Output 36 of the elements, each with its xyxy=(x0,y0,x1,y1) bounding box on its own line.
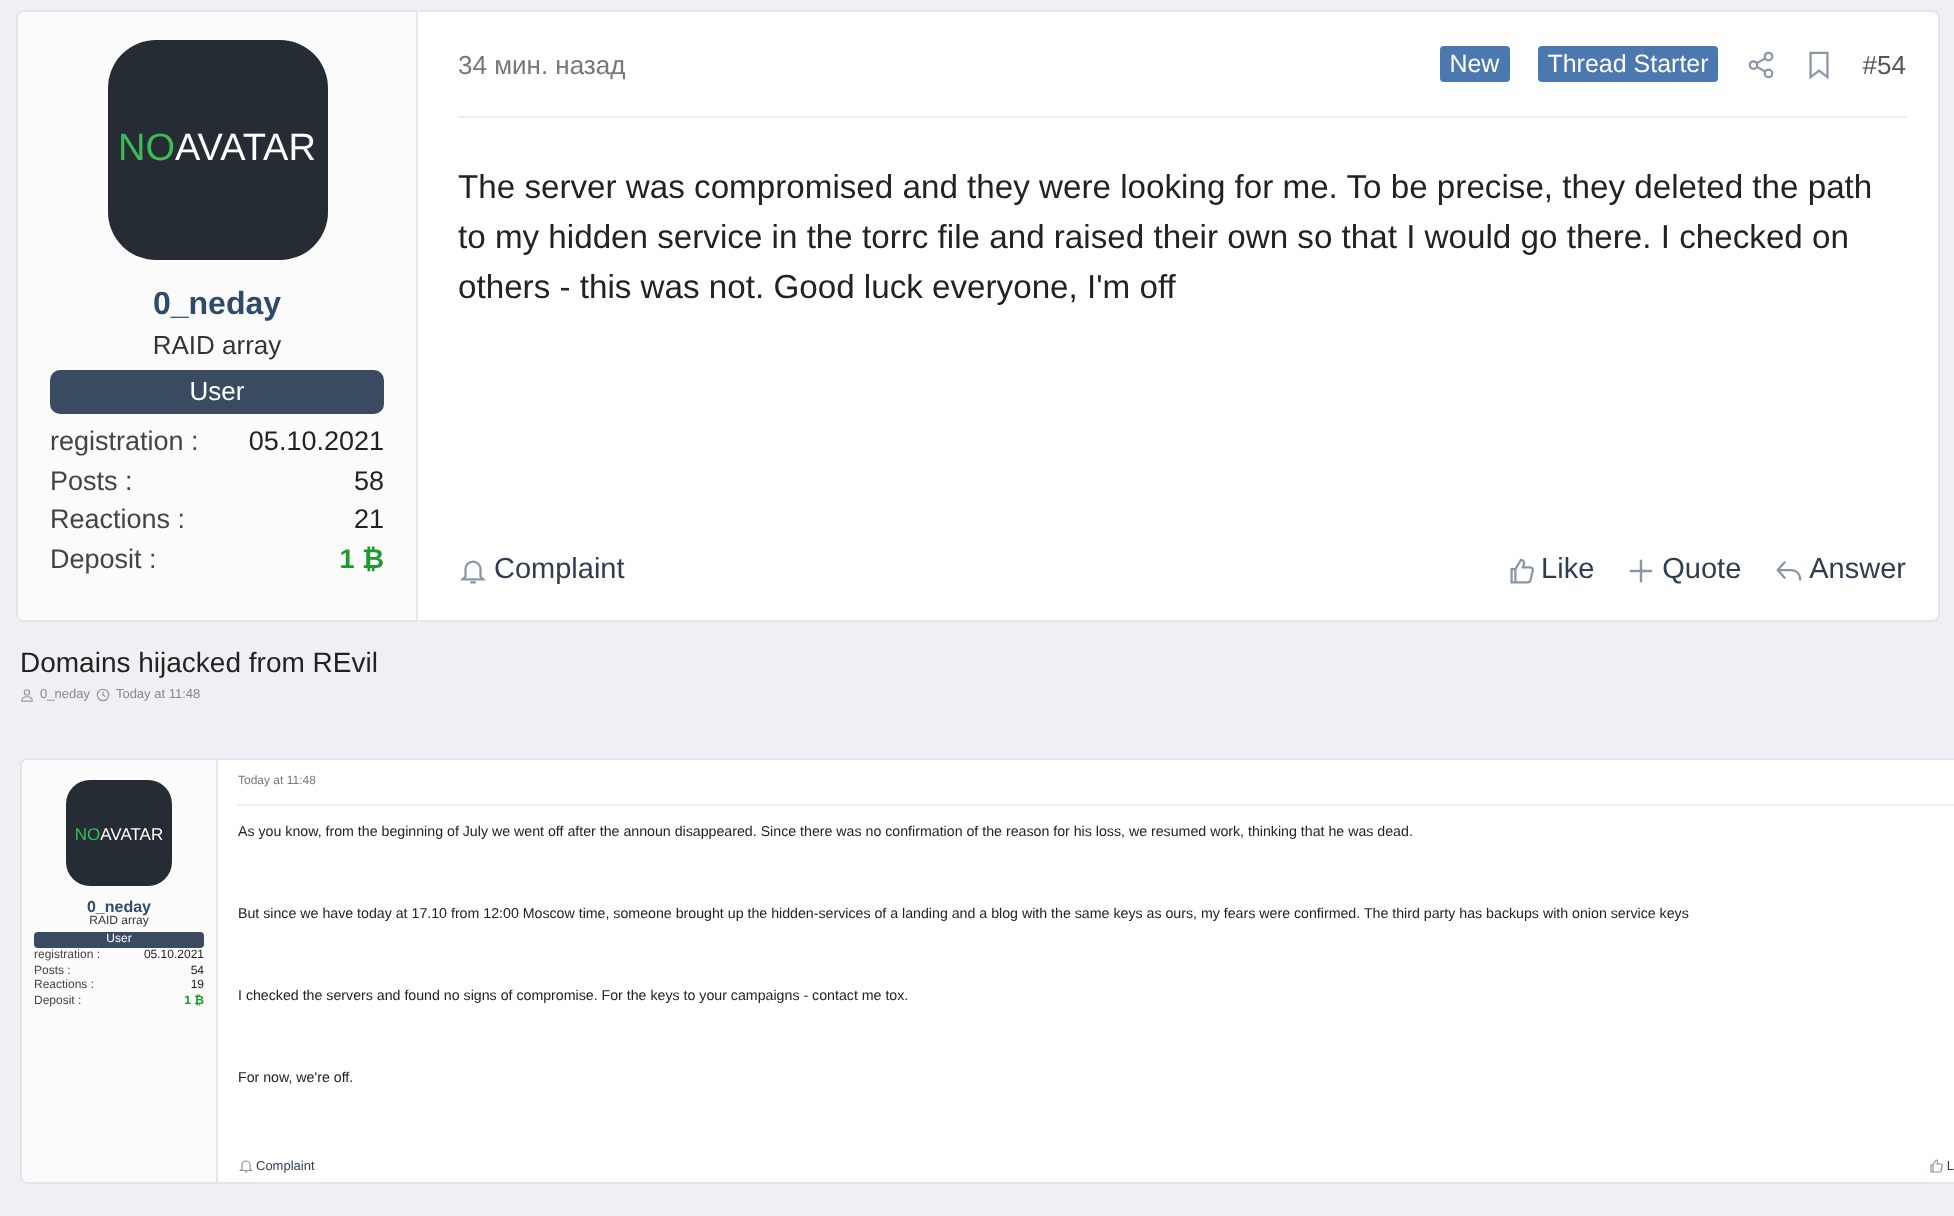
bell-icon xyxy=(458,555,488,585)
stat-value: 21 xyxy=(351,502,384,538)
bookmark-icon[interactable] xyxy=(1804,49,1835,79)
stat-value: 1 ₿ xyxy=(337,541,384,577)
avatar-text: AVATAR xyxy=(100,823,164,843)
stat-value: 58 xyxy=(351,463,384,499)
post-time: 34 мин. назад xyxy=(458,49,628,79)
thumbs-up-icon xyxy=(1505,555,1536,585)
post-text: The server was compromised and they were looking for me. To be precise, they deleted the path to my hidden service in the torrc file and raised their own so that I would go there. I checked on others - this was not. Good luck everyone, I'm off xyxy=(458,166,1875,310)
person-icon xyxy=(20,688,34,702)
stat-value: 05.10.2021 xyxy=(248,424,384,460)
user-group-banner: User xyxy=(50,370,384,414)
plus-icon xyxy=(1626,555,1657,585)
avatar-text: AVATAR xyxy=(175,128,316,172)
like-button[interactable]: Like xyxy=(1505,554,1595,586)
clock-icon xyxy=(95,688,110,702)
stat-label: Posts : xyxy=(50,463,135,499)
post-badge: New xyxy=(1439,46,1510,82)
username[interactable]: 0_neday xyxy=(86,898,152,916)
answer-button[interactable]: Answer xyxy=(1773,554,1906,586)
bell-icon xyxy=(238,1158,254,1175)
complaint-link[interactable]: Complaint xyxy=(458,554,625,586)
quote-button[interactable]: Quote xyxy=(1626,554,1742,586)
share-icon[interactable] xyxy=(1746,49,1777,79)
stat-label: Reactions : xyxy=(50,502,188,538)
thread-title[interactable]: Domains hijacked from REvil xyxy=(20,646,1954,678)
post-badge: Thread Starter xyxy=(1537,46,1719,82)
avatar-text: NO xyxy=(118,128,176,172)
username[interactable]: 0_neday xyxy=(152,288,282,324)
post-number[interactable]: #54 xyxy=(1862,49,1906,79)
user-title: RAID array xyxy=(152,330,282,360)
thumbs-up-icon xyxy=(1928,1158,1945,1175)
reply-icon xyxy=(1773,555,1804,585)
stat-label: registration : xyxy=(50,424,201,460)
avatar-text: NO xyxy=(74,823,101,843)
stat-label: Deposit : xyxy=(50,541,159,578)
